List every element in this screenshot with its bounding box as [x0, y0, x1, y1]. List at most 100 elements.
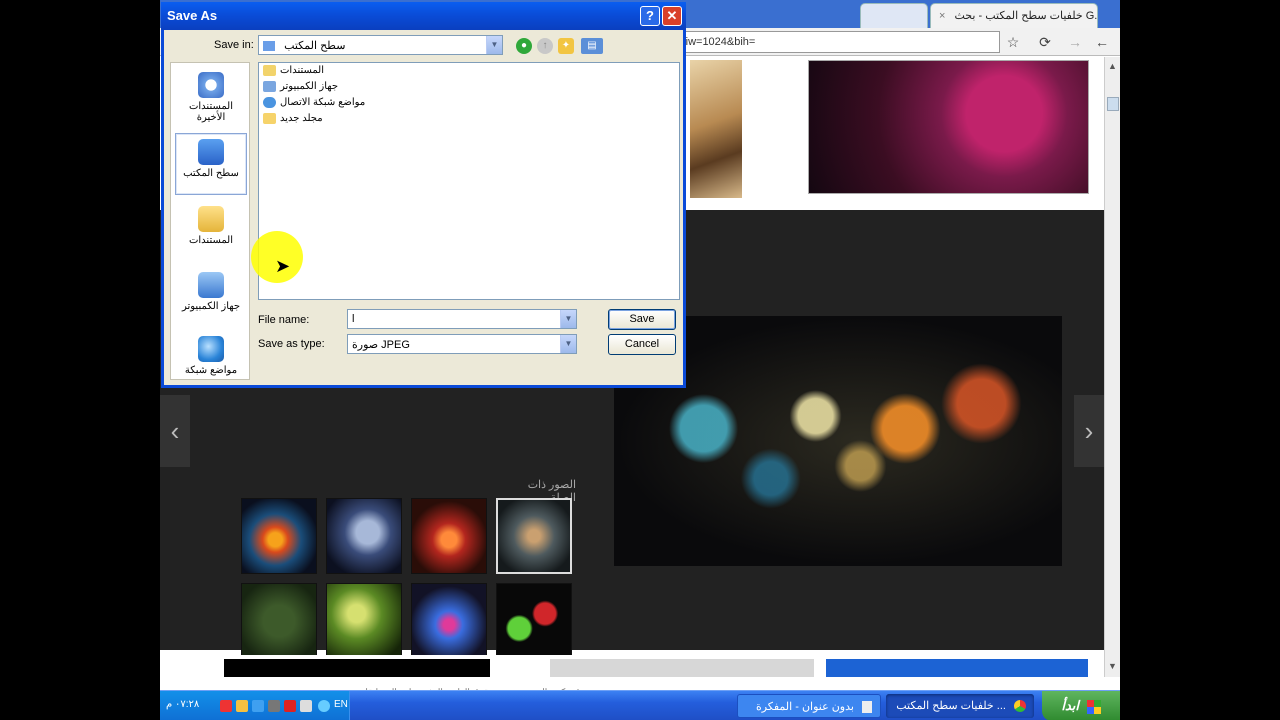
folder-icon [263, 113, 276, 124]
scroll-thumb[interactable] [1107, 97, 1119, 111]
file-item-label: مجلد جديد [280, 113, 323, 125]
related-thumb[interactable] [241, 583, 317, 659]
notepad-task-label: بدون عنوان - المفكرة [755, 701, 854, 713]
file-name-dropdown-icon[interactable]: ▼ [560, 310, 576, 328]
save-in-combo[interactable]: سطح المكتب ▼ [258, 35, 503, 55]
tab-close-icon[interactable]: × [939, 10, 945, 22]
back-icon[interactable]: ← [1092, 32, 1112, 52]
taskbar-browser-button[interactable]: خلفيات سطح المكتب ... [886, 694, 1034, 718]
result-thumbnail[interactable] [826, 659, 1088, 677]
tray-network-icon[interactable] [236, 700, 248, 712]
place-my-computer[interactable]: جهاز الكمبيوتر [175, 267, 247, 329]
scroll-up-icon[interactable]: ▲ [1108, 61, 1117, 71]
taskbar-notepad-button[interactable]: بدون عنوان - المفكرة [737, 694, 881, 718]
related-thumb[interactable] [241, 498, 317, 574]
related-thumb[interactable] [496, 583, 572, 659]
place-network[interactable]: مواضع شبكة [175, 331, 247, 393]
place-desktop[interactable]: سطح المكتب [175, 133, 247, 195]
close-button[interactable]: ✕ [662, 6, 682, 26]
tray-app-icon[interactable] [268, 700, 280, 712]
place-label: المستندات [188, 235, 233, 246]
cancel-button[interactable]: Cancel [608, 334, 676, 355]
tray-antivirus-icon[interactable] [220, 700, 232, 712]
file-item-label: المستندات [280, 65, 325, 77]
forward-icon[interactable]: → [1065, 32, 1085, 52]
recent-documents-icon [198, 72, 224, 98]
place-my-documents[interactable]: المستندات [175, 201, 247, 263]
file-item[interactable]: المستندات [263, 65, 324, 81]
dialog-title: Save As [167, 8, 218, 23]
network-places-icon [263, 97, 276, 108]
save-in-value: سطح المكتب [284, 40, 346, 52]
file-item[interactable]: مجلد جديد [263, 113, 323, 129]
language-indicator[interactable]: EN [334, 699, 348, 710]
start-button[interactable]: ابدأ [1042, 691, 1120, 720]
browser-tab-secondary[interactable] [860, 3, 928, 28]
windows-logo-icon [1086, 699, 1101, 714]
save-button[interactable]: Save [608, 309, 676, 330]
save-as-type-value: صورة JPEG [352, 339, 410, 351]
desktop-small-icon [263, 41, 275, 52]
save-as-type-select[interactable]: صورة JPEG ▼ [347, 334, 577, 354]
save-as-type-label: Save as type: [258, 338, 325, 350]
place-label: جهاز الكمبيوتر [181, 301, 241, 312]
file-name-label: File name: [258, 314, 310, 326]
mouse-cursor-icon: ➤ [275, 256, 291, 276]
result-thumbnail[interactable] [550, 659, 814, 677]
places-bar: المستندات الأخيرة سطح المكتب المستندات ج… [170, 62, 250, 380]
system-tray: ٠٧:٢٨ م EN [160, 691, 350, 720]
next-image-button[interactable]: › [1074, 395, 1104, 467]
my-computer-icon [263, 81, 276, 92]
file-item[interactable]: جهاز الكمبيوتر [263, 81, 338, 97]
windows-taskbar: ٠٧:٢٨ م EN بدون عنوان - المفكرة خلفيات س… [160, 690, 1120, 720]
browser-task-label: خلفيات سطح المكتب ... [896, 700, 1006, 712]
place-label: المستندات الأخيرة [188, 101, 233, 123]
related-thumb[interactable] [411, 498, 487, 574]
save-as-type-dropdown-icon[interactable]: ▼ [560, 335, 576, 353]
save-as-dialog: Save As ? ✕ Save in: سطح المكتب ▼ ● ↑ ✦ … [161, 2, 686, 388]
file-item-label: مواضع شبكة الاتصال [280, 97, 366, 109]
tray-bluetooth-icon[interactable] [318, 700, 330, 712]
back-folder-icon[interactable]: ● [516, 38, 532, 54]
place-label: مواضع شبكة [184, 365, 238, 376]
reload-icon[interactable]: ⟳ [1035, 32, 1055, 52]
place-recent[interactable]: المستندات الأخيرة [175, 67, 247, 129]
tab-title: خلفيات سطح المكتب - بحث G... [954, 10, 1098, 22]
new-folder-icon[interactable]: ✦ [558, 38, 574, 54]
my-computer-icon [198, 272, 224, 298]
file-item[interactable]: مواضع شبكة الاتصال [263, 97, 365, 113]
tray-display-icon[interactable] [300, 700, 312, 712]
views-menu-icon[interactable]: ▤ [581, 38, 603, 54]
related-thumb-selected[interactable] [496, 498, 572, 574]
my-documents-icon [198, 206, 224, 232]
file-item-label: جهاز الكمبيوتر [280, 81, 339, 93]
my-documents-icon [263, 65, 276, 76]
result-thumbnail[interactable] [224, 659, 490, 677]
scroll-down-icon[interactable]: ▼ [1108, 661, 1117, 671]
dialog-title-bar[interactable]: Save As ? ✕ [161, 2, 686, 30]
network-places-icon [198, 336, 224, 362]
bookmark-star-icon[interactable]: ☆ [1003, 32, 1023, 52]
tray-pdf-icon[interactable] [284, 700, 296, 712]
save-in-dropdown-icon[interactable]: ▼ [486, 36, 502, 54]
file-name-input[interactable]: l ▼ [347, 309, 577, 329]
up-folder-icon[interactable]: ↑ [537, 38, 553, 54]
desktop-icon [198, 139, 224, 165]
related-thumb[interactable] [326, 583, 402, 659]
bottom-results-strip [160, 655, 1104, 677]
related-thumb[interactable] [411, 583, 487, 659]
result-image-wood[interactable] [690, 60, 742, 198]
page-scrollbar[interactable]: ▲ ▼ [1104, 57, 1120, 677]
result-image-flower[interactable] [808, 60, 1089, 194]
file-name-value: l [352, 313, 355, 325]
clock[interactable]: ٠٧:٢٨ م [166, 699, 199, 710]
help-button[interactable]: ? [640, 6, 660, 26]
related-thumb[interactable] [326, 498, 402, 574]
save-in-label: Save in: [214, 39, 254, 51]
place-label: سطح المكتب [183, 168, 239, 179]
browser-tab[interactable]: × خلفيات سطح المكتب - بحث G... [930, 3, 1098, 28]
prev-image-button[interactable]: ‹ [160, 395, 190, 467]
file-list[interactable]: المستندات جهاز الكمبيوتر مواضع شبكة الات… [258, 62, 680, 300]
notepad-icon [862, 701, 872, 714]
tray-volume-icon[interactable] [252, 700, 264, 712]
